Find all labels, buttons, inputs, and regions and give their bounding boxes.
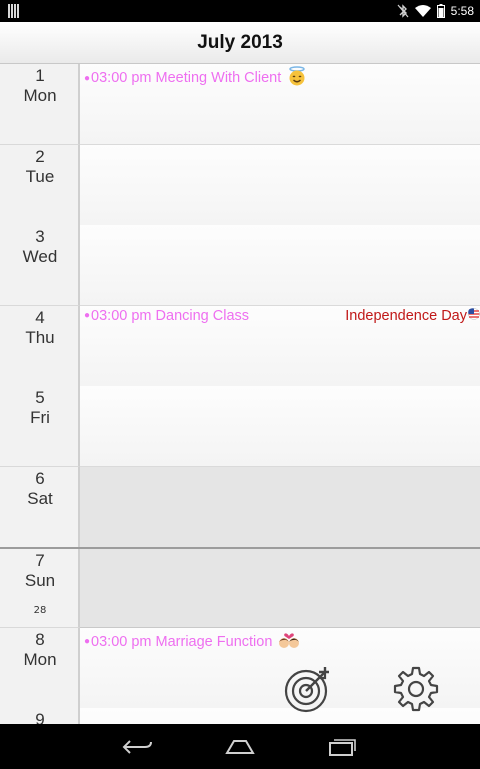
day-label: 3 Wed: [0, 225, 80, 306]
day-label: 4 Thu: [0, 305, 80, 387]
day-row[interactable]: 2 Tue: [0, 144, 480, 226]
day-cell[interactable]: [80, 225, 480, 306]
us-flag-icon: [468, 307, 480, 324]
bluetooth-off-icon: [397, 4, 409, 18]
day-number: 8: [35, 629, 45, 649]
day-label: 9: [0, 708, 80, 724]
battery-icon: [436, 4, 445, 18]
event-text: 03:00 pm Meeting With Client: [91, 70, 282, 86]
day-label: 6 Sat: [0, 466, 80, 548]
back-icon[interactable]: [117, 732, 157, 762]
event-bullet-icon: ●: [84, 310, 91, 321]
day-name: Sat: [27, 488, 53, 508]
day-number: 1: [35, 66, 45, 85]
event-item[interactable]: ● 03:00 pm Dancing Class: [84, 308, 249, 324]
day-number: 9: [35, 710, 45, 724]
day-number: 6: [35, 468, 45, 488]
couple-heart-icon: [277, 630, 301, 654]
home-icon[interactable]: [220, 732, 260, 762]
day-name: Fri: [30, 408, 50, 427]
event-bullet-icon: ●: [84, 72, 91, 84]
status-time: 5:58: [450, 4, 474, 18]
day-cell[interactable]: [80, 386, 480, 467]
month-title[interactable]: July 2013: [0, 32, 480, 54]
day-label: 2 Tue: [0, 144, 80, 226]
day-cell[interactable]: ● 03:00 pm Meeting With Client: [80, 64, 480, 145]
day-cell[interactable]: ● 03:00 pm Dancing Class Independence Day: [80, 305, 480, 387]
wifi-icon: [414, 4, 431, 17]
month-header: July 2013: [0, 22, 480, 64]
week-number: 28: [33, 605, 47, 616]
day-number: 7: [35, 551, 45, 570]
day-name: Sun: [24, 571, 56, 590]
day-number: 4: [35, 307, 45, 327]
status-icons: 5:58: [397, 3, 474, 19]
day-name: Mon: [23, 649, 57, 669]
day-label: 7 Sun 28: [0, 549, 80, 628]
gear-icon[interactable]: [392, 665, 440, 713]
status-bar: 5:58: [0, 0, 480, 22]
navigation-bar: [0, 724, 480, 769]
day-cell[interactable]: [80, 549, 480, 628]
event-bullet-icon: ●: [84, 636, 91, 647]
day-row[interactable]: 4 Thu ● 03:00 pm Dancing Class Independence …: [0, 305, 480, 387]
day-name: Tue: [25, 166, 55, 186]
day-name: Thu: [25, 327, 55, 347]
day-row[interactable]: 5 Fri: [0, 386, 480, 467]
angel-face-icon: [286, 66, 308, 90]
notification-icon: [8, 4, 20, 18]
day-label: 1 Mon: [0, 64, 80, 145]
day-cell[interactable]: [80, 466, 480, 548]
day-row[interactable]: 6 Sat: [0, 466, 480, 548]
day-row[interactable]: 7 Sun 28: [0, 547, 480, 628]
holiday-text: Independence Day: [345, 307, 467, 324]
day-label: 8 Mon: [0, 627, 80, 709]
event-item[interactable]: ● 03:00 pm Meeting With Client: [84, 66, 308, 90]
day-label: 5 Fri: [0, 386, 80, 467]
day-row[interactable]: 1 Mon ● 03:00 pm Meeting With Client: [0, 64, 480, 145]
event-item[interactable]: ● 03:00 pm Marriage Function: [84, 630, 301, 654]
event-text: 03:00 pm Marriage Function: [91, 633, 273, 650]
event-text: 03:00 pm Dancing Class: [91, 307, 250, 324]
day-name: Mon: [23, 86, 57, 105]
day-cell[interactable]: [80, 144, 480, 226]
day-number: 5: [35, 388, 45, 407]
target-icon[interactable]: [283, 666, 331, 714]
holiday-label[interactable]: Independence Day: [345, 308, 480, 324]
day-number: 2: [35, 146, 45, 166]
recents-icon[interactable]: [322, 732, 362, 762]
day-number: 3: [35, 227, 45, 246]
calendar-list[interactable]: 1 Mon ● 03:00 pm Meeting With Client 2 Tue 3 We…: [0, 64, 480, 724]
day-row[interactable]: 3 Wed: [0, 225, 480, 306]
day-name: Wed: [22, 247, 58, 266]
